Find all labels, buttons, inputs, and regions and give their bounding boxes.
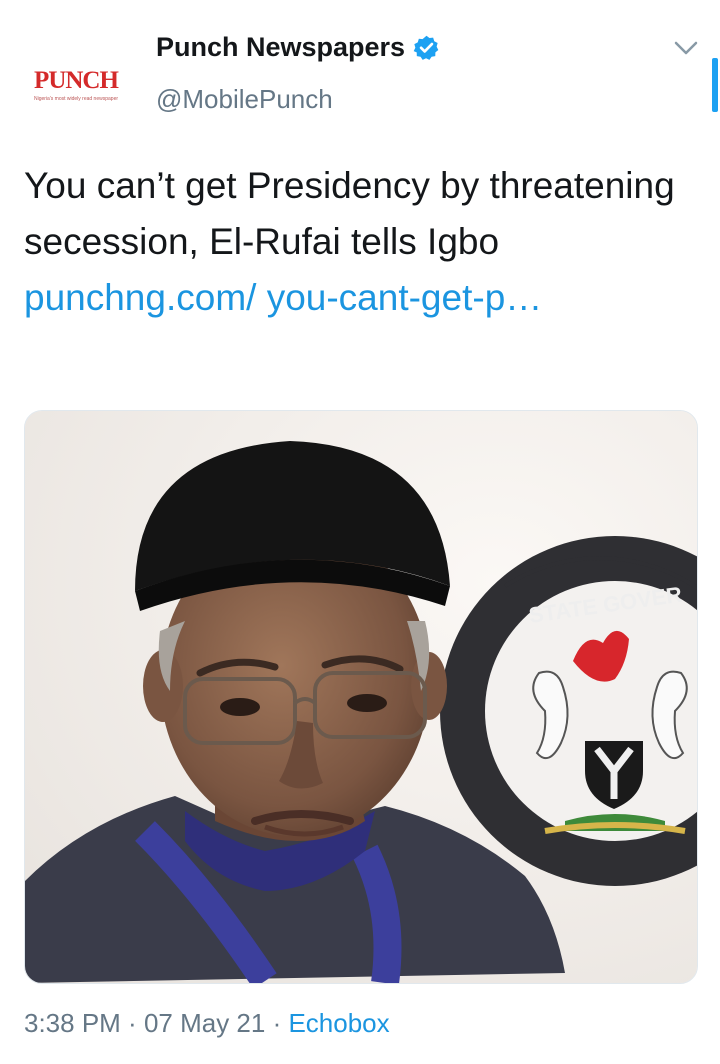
tweet-media-photo[interactable]: STATE GOVER (24, 410, 698, 984)
scrollbar[interactable] (712, 58, 718, 112)
meta-separator: · (120, 1008, 144, 1038)
tweet-body: You can’t get Presidency by threatening … (24, 165, 675, 262)
avatar-logo: PUNCH (34, 67, 119, 94)
tweet-time[interactable]: 3:38 PM (24, 1008, 121, 1038)
avatar[interactable]: PUNCH Nigeria's most widely read newspap… (24, 32, 128, 136)
meta-separator: · (265, 1008, 289, 1038)
handle[interactable]: @MobilePunch (156, 84, 333, 115)
avatar-tagline: Nigeria's most widely read newspaper (33, 96, 119, 102)
name-row[interactable]: Punch Newspapers (156, 32, 440, 63)
tweet-meta: 3:38 PM · 07 May 21 · Echobox (24, 1008, 390, 1039)
tweet-header: PUNCH Nigeria's most widely read newspap… (0, 0, 720, 140)
tweet-text: You can’t get Presidency by threatening … (24, 158, 696, 326)
display-name[interactable]: Punch Newspapers (156, 32, 405, 63)
tweet-source[interactable]: Echobox (288, 1008, 389, 1038)
verified-badge-icon (413, 35, 439, 60)
photo-illustration: STATE GOVER (25, 411, 697, 983)
tweet-date[interactable]: 07 May 21 (144, 1008, 265, 1038)
tweet-link[interactable]: punchng.com/ you-cant-get-p… (24, 277, 542, 318)
chevron-down-icon[interactable] (672, 38, 700, 58)
